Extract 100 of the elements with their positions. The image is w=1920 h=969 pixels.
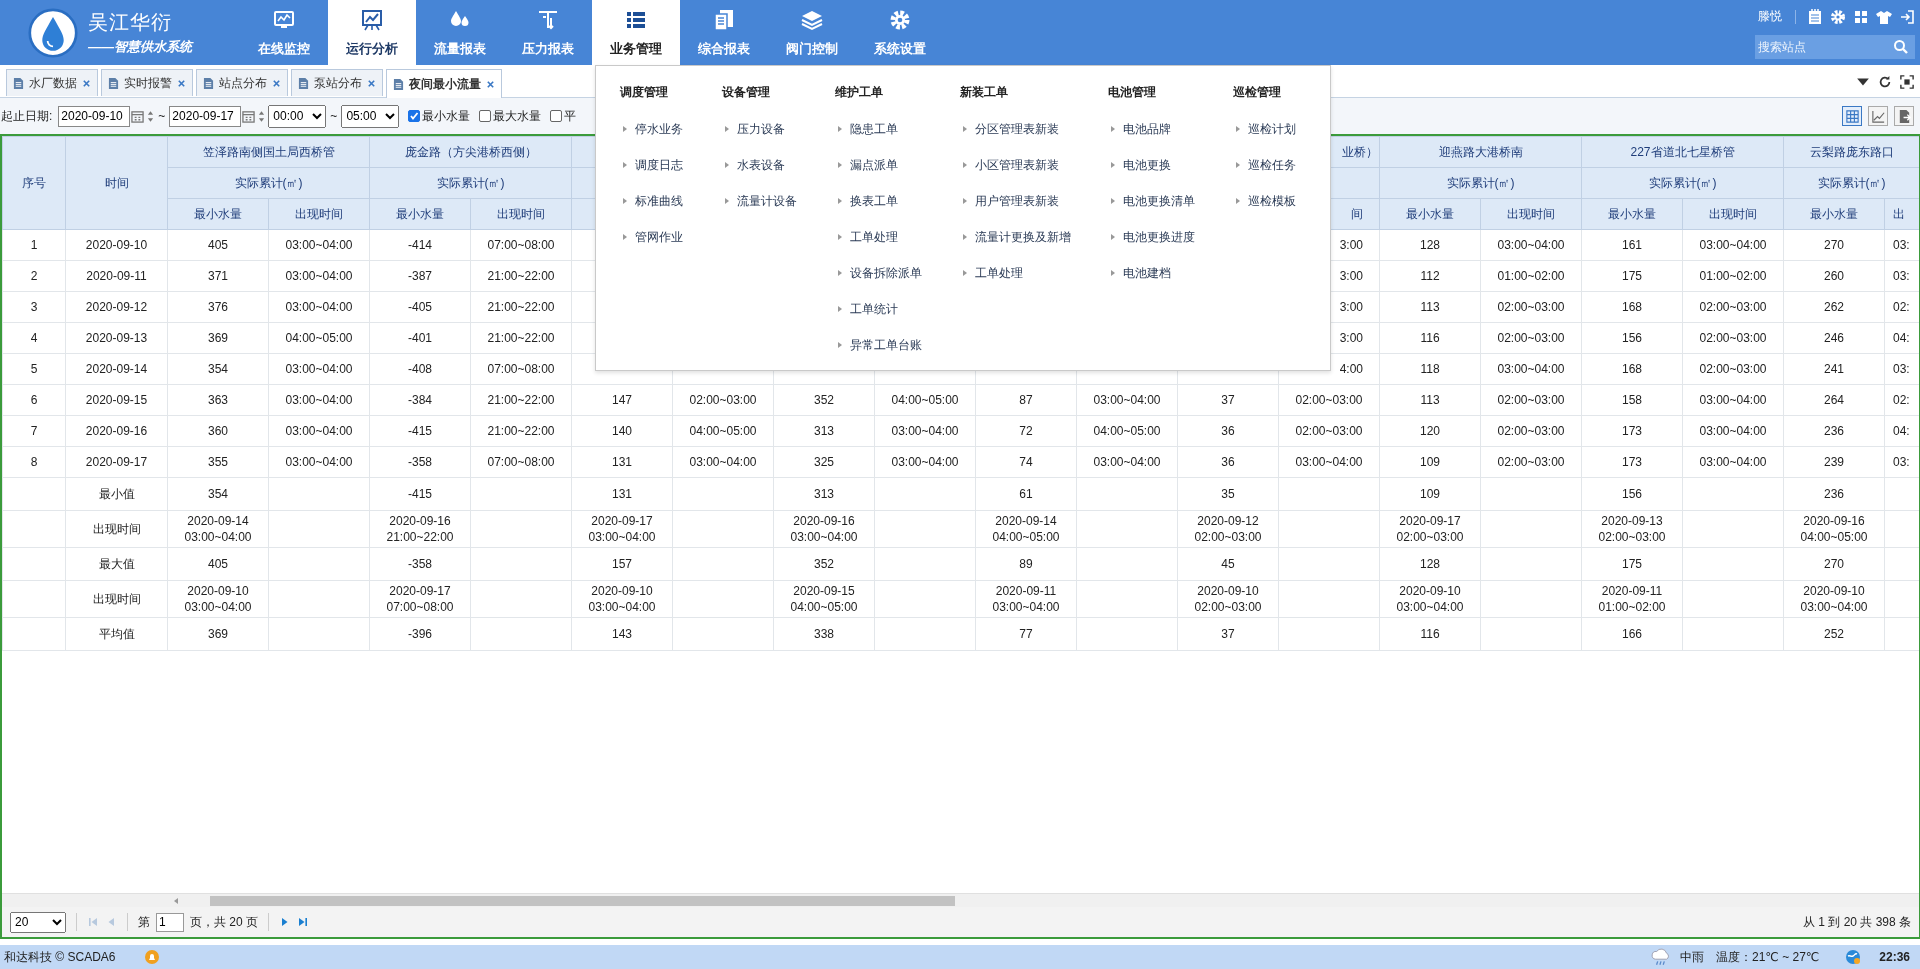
documents-icon[interactable] bbox=[712, 7, 736, 32]
table-cell: 03:00~04:00 bbox=[268, 384, 370, 416]
menu-heading: 维护工单 bbox=[835, 84, 883, 101]
column-header: 实际累计(㎡) bbox=[369, 167, 572, 199]
document-icon bbox=[203, 76, 214, 90]
calendar-icon[interactable] bbox=[242, 109, 256, 123]
end-time-select[interactable]: 05:00 bbox=[341, 104, 400, 128]
settings-icon[interactable] bbox=[1830, 8, 1846, 25]
menu-item[interactable]: 水表设备 bbox=[722, 156, 785, 174]
user-name[interactable]: 滕悦 bbox=[1758, 8, 1782, 25]
checkbox[interactable] bbox=[550, 110, 563, 122]
tab-label[interactable]: 泵站分布 bbox=[314, 74, 362, 92]
close-icon[interactable] bbox=[82, 78, 91, 88]
page-tab[interactable]: 夜间最小流量 bbox=[386, 69, 502, 98]
refresh-icon[interactable] bbox=[1878, 75, 1892, 89]
menu-item[interactable]: 工单统计 bbox=[835, 300, 898, 318]
menu-item[interactable]: 设备拆除派单 bbox=[835, 264, 922, 282]
menu-item[interactable]: 电池更换 bbox=[1108, 156, 1171, 174]
table-cell: 平均值 bbox=[65, 617, 168, 651]
tab-label[interactable]: 实时报警 bbox=[124, 74, 172, 92]
scroll-left-icon[interactable] bbox=[172, 896, 180, 905]
page-tab[interactable]: 站点分布 bbox=[196, 69, 288, 96]
checkbox-label[interactable]: 最大水量 bbox=[493, 107, 542, 125]
search-icon[interactable] bbox=[1893, 39, 1909, 55]
close-icon[interactable] bbox=[272, 78, 281, 88]
menu-item[interactable]: 电池品牌 bbox=[1108, 120, 1171, 138]
nav-item[interactable]: 综合报表 bbox=[680, 0, 768, 65]
view-button[interactable] bbox=[1868, 106, 1888, 126]
spinner-icon[interactable] bbox=[147, 108, 155, 124]
scrollbar-thumb[interactable] bbox=[210, 895, 955, 906]
grid-icon[interactable] bbox=[1853, 8, 1869, 25]
view-button[interactable] bbox=[1894, 106, 1914, 126]
menu-item[interactable]: 工单处理 bbox=[835, 228, 898, 246]
caret-right-icon bbox=[623, 126, 627, 132]
menu-item[interactable]: 小区管理表新装 bbox=[960, 156, 1059, 174]
menu-item[interactable]: 管网作业 bbox=[620, 228, 683, 246]
tab-label[interactable]: 夜间最小流量 bbox=[409, 75, 481, 93]
nav-item[interactable]: 在线监控 bbox=[240, 0, 328, 65]
table-cell: 2020-09-17 03:00~04:00 bbox=[571, 510, 673, 548]
page-tab[interactable]: 水厂数据 bbox=[6, 69, 98, 96]
menu-item[interactable]: 标准曲线 bbox=[620, 192, 683, 210]
menu-item[interactable]: 隐患工单 bbox=[835, 120, 898, 138]
tab-label[interactable]: 站点分布 bbox=[219, 74, 267, 92]
end-date-field[interactable]: 2020-09-17 bbox=[169, 105, 242, 127]
view-button[interactable] bbox=[1842, 106, 1862, 126]
start-time-select[interactable]: 00:00 bbox=[268, 104, 327, 128]
bell-icon[interactable] bbox=[143, 949, 160, 965]
close-icon[interactable] bbox=[177, 78, 186, 88]
menu-item[interactable]: 电池更换清单 bbox=[1108, 192, 1195, 210]
nav-item[interactable]: 系统设置 bbox=[856, 0, 944, 65]
menu-item[interactable]: 电池更换进度 bbox=[1108, 228, 1195, 246]
tab-label[interactable]: 水厂数据 bbox=[29, 74, 77, 92]
close-icon[interactable] bbox=[486, 79, 495, 89]
last-page-icon[interactable] bbox=[297, 916, 309, 928]
nav-item[interactable]: 流量报表 bbox=[416, 0, 504, 65]
checkbox-label[interactable]: 平 bbox=[564, 107, 577, 125]
table-cell: 02:00~03:00 bbox=[1682, 322, 1784, 354]
nav-item[interactable]: 阀门控制 bbox=[768, 0, 856, 65]
menu-item[interactable]: 停水业务 bbox=[620, 120, 683, 138]
page-tab[interactable]: 实时报警 bbox=[101, 69, 193, 96]
checkbox[interactable] bbox=[479, 110, 492, 122]
menu-item[interactable]: 调度日志 bbox=[620, 156, 683, 174]
nav-item[interactable]: 业务管理 bbox=[592, 0, 680, 65]
calendar-icon[interactable] bbox=[131, 109, 145, 123]
close-icon[interactable] bbox=[367, 78, 376, 88]
start-date-field[interactable]: 2020-09-10 bbox=[58, 105, 131, 127]
table-cell: 143 bbox=[571, 617, 673, 651]
menu-item[interactable]: 工单处理 bbox=[960, 264, 1023, 282]
table-cell: 87 bbox=[975, 384, 1077, 416]
menu-item[interactable]: 用户管理表新装 bbox=[960, 192, 1059, 210]
page-tab[interactable]: 泵站分布 bbox=[291, 69, 383, 96]
menu-item[interactable]: 分区管理表新装 bbox=[960, 120, 1059, 138]
page-size-select[interactable]: 20 bbox=[10, 911, 66, 933]
notepad-icon[interactable] bbox=[1807, 8, 1823, 25]
menu-item[interactable]: 压力设备 bbox=[722, 120, 785, 138]
column-header: 最小水量 bbox=[1581, 198, 1683, 230]
table-cell: 173 bbox=[1581, 446, 1683, 478]
menu-item[interactable]: 换表工单 bbox=[835, 192, 898, 210]
shirt-icon[interactable] bbox=[1876, 8, 1892, 25]
menu-item[interactable]: 电池建档 bbox=[1108, 264, 1171, 282]
horizontal-scrollbar[interactable] bbox=[2, 893, 1919, 907]
table-cell: 03:00~04:00 bbox=[1278, 446, 1380, 478]
table-cell: 2020-09-16 21:00~22:00 bbox=[369, 510, 471, 548]
search-field[interactable]: 搜索站点 bbox=[1755, 35, 1915, 59]
nav-item[interactable]: 压力报表 bbox=[504, 0, 592, 65]
nav-item[interactable]: 运行分析 bbox=[328, 0, 416, 65]
table-cell: 01:00~02:00 bbox=[1682, 260, 1784, 292]
logout-icon[interactable] bbox=[1899, 8, 1915, 25]
easel-chart-icon[interactable] bbox=[360, 7, 384, 32]
menu-item[interactable]: 流量计更换及新增 bbox=[960, 228, 1071, 246]
checkbox-label[interactable]: 最小水量 bbox=[422, 107, 471, 125]
fullscreen-icon[interactable] bbox=[1900, 75, 1914, 89]
page-number-field[interactable]: 1 bbox=[156, 912, 184, 932]
menu-item[interactable]: 巡检计划 bbox=[1233, 120, 1296, 138]
menu-item[interactable]: 异常工单台账 bbox=[835, 336, 922, 354]
table-cell: 120 bbox=[1379, 415, 1481, 447]
spinner-icon[interactable] bbox=[258, 108, 266, 124]
menu-item[interactable]: 漏点派单 bbox=[835, 156, 898, 174]
menu-item[interactable]: 流量计设备 bbox=[722, 192, 797, 210]
checkbox[interactable] bbox=[408, 110, 421, 122]
